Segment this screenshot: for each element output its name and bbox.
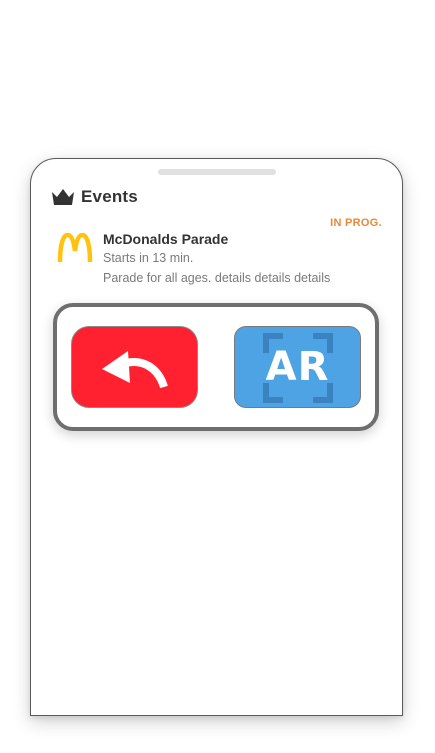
events-bottom-sheet: Events IN PROG. McDonalds Parade Starts … [30,158,403,716]
events-title: Events [81,187,138,206]
drag-handle[interactable] [158,169,276,175]
event-description: Parade for all ages. details details det… [103,271,331,285]
event-start-time: Starts in 13 min. [103,251,194,265]
undo-arrow-icon [101,351,168,389]
event-title: McDonalds Parade [103,231,229,247]
crown-icon [52,189,74,205]
events-header: Events [51,187,138,207]
page: Events IN PROG. McDonalds Parade Starts … [0,0,435,753]
mcdonalds-logo-icon [57,233,93,263]
event-list-item[interactable]: McDonalds Parade Starts in 13 min. Parad… [55,229,385,289]
ar-label: AR [265,344,330,390]
back-button[interactable] [71,326,198,408]
ar-button[interactable]: AR [234,326,361,408]
action-panel: AR [53,303,379,431]
status-badge: IN PROG. [330,217,382,229]
